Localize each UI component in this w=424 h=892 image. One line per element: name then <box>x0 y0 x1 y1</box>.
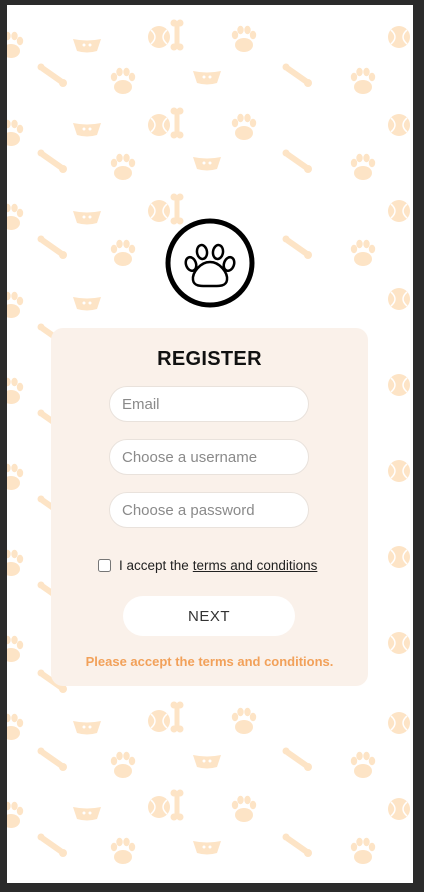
register-card: REGISTER I accept the terms and conditio… <box>51 328 368 686</box>
form-title: REGISTER <box>157 348 262 370</box>
next-button[interactable]: NEXT <box>123 596 295 636</box>
terms-row: I accept the terms and conditions <box>98 558 317 573</box>
app-frame: REGISTER I accept the terms and conditio… <box>7 5 413 883</box>
terms-prefix: I accept the <box>119 558 189 573</box>
paw-icon <box>165 218 255 308</box>
username-input[interactable] <box>109 439 309 475</box>
paw-logo <box>164 217 256 309</box>
email-input[interactable] <box>109 386 309 422</box>
password-input[interactable] <box>109 492 309 528</box>
terms-link[interactable]: terms and conditions <box>193 558 318 573</box>
error-message: Please accept the terms and conditions. <box>85 654 334 669</box>
terms-checkbox[interactable] <box>98 559 111 572</box>
